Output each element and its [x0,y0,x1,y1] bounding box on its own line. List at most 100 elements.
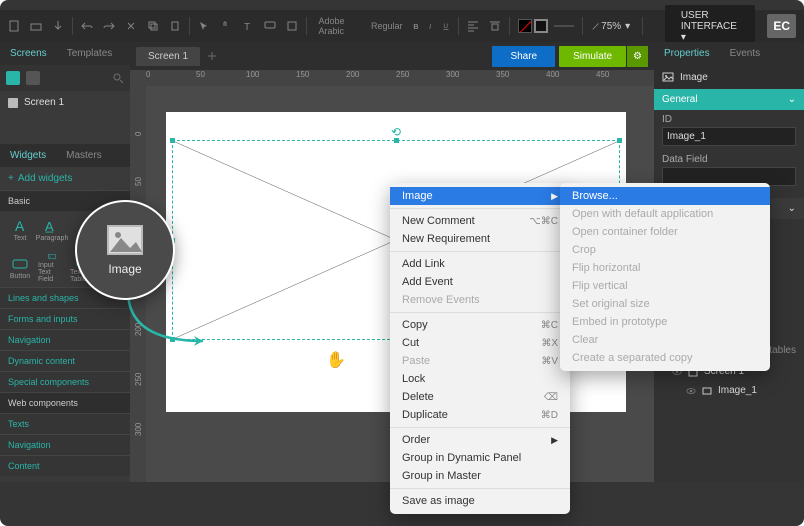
menu-add-event[interactable]: Add Event [390,273,570,291]
menu-lock[interactable]: Lock [390,370,570,388]
menu-copy[interactable]: Copy⌘C [390,316,570,334]
pointer-icon[interactable] [198,20,210,32]
category-web-nav[interactable]: Navigation [0,434,130,455]
add-widgets-button[interactable]: + Add widgets [0,167,130,190]
submenu-clear: Clear [560,331,770,349]
search-icon[interactable] [112,72,124,84]
tab-events[interactable]: Events [720,42,771,65]
eyedropper-icon[interactable] [591,20,601,32]
submenu-flip-h: Flip horizontal [560,259,770,277]
copy-icon[interactable] [147,20,159,32]
context-menu: Image▶ New Comment⌥⌘C New Requirement Ad… [390,183,570,514]
menu-image[interactable]: Image▶ [390,187,570,205]
new-file-icon[interactable] [8,20,20,32]
tab-properties[interactable]: Properties [654,42,720,65]
menu-cut[interactable]: Cut⌘X [390,334,570,352]
redo-icon[interactable] [103,20,115,32]
screens-toolbar [0,65,130,91]
resize-handle[interactable] [394,138,399,143]
simulate-settings-icon[interactable]: ⚙ [627,46,648,67]
submenu-browse[interactable]: Browse... [560,187,770,205]
menu-save-image[interactable]: Save as image [390,492,570,510]
menu-duplicate[interactable]: Duplicate⌘D [390,406,570,424]
submenu-separated-copy: Create a separated copy [560,349,770,367]
bold-icon[interactable]: B [412,20,421,32]
simulate-button[interactable]: Simulate [559,46,626,67]
cut-icon[interactable] [125,20,137,32]
visibility-icon[interactable] [686,386,696,396]
tab-templates[interactable]: Templates [57,42,123,65]
widget-text[interactable]: AText [6,215,34,245]
widget-input-text[interactable]: Input Text Field [38,253,66,283]
menu-paste: Paste⌘V [390,352,570,370]
resize-handle[interactable] [170,138,175,143]
submenu-crop: Crop [560,241,770,259]
shape-icon[interactable] [286,20,298,32]
outline-image[interactable]: Image_1 [654,381,804,400]
category-web-head[interactable]: Web components [0,392,130,413]
resize-handle[interactable] [617,138,622,143]
category-web-texts[interactable]: Texts [0,413,130,434]
font-weight-select[interactable]: Regular [367,19,407,33]
opacity-chevron-icon[interactable]: ▾ [625,21,630,32]
menu-new-comment[interactable]: New Comment⌥⌘C [390,212,570,230]
screen-item[interactable]: Screen 1 [0,91,130,114]
canvas-toolbar: Screen 1 Share Simulate ⚙ [130,42,654,70]
opacity-value[interactable]: 75% [601,21,621,32]
rotate-handle-icon[interactable]: ⟲ [391,125,401,139]
share-button[interactable]: Share [492,46,555,67]
tab-screens[interactable]: Screens [0,42,57,65]
section-general[interactable]: General⌄ [654,89,804,110]
menu-group-master[interactable]: Group in Master [390,467,570,485]
id-input[interactable] [662,127,796,146]
svg-text:A: A [15,219,25,233]
cursor-icon: ✋ [326,350,346,370]
text-icon[interactable]: T [242,20,254,32]
menu-add-link[interactable]: Add Link [390,255,570,273]
paste-icon[interactable] [169,20,181,32]
screen-thumb-icon [8,98,18,108]
comment-icon[interactable] [264,20,276,32]
hand-icon[interactable] [220,20,232,32]
tab-masters[interactable]: Masters [56,144,112,167]
font-select[interactable]: Adobe Arabic [315,14,361,38]
edit-icon-group [81,20,181,32]
add-tab-icon[interactable] [206,50,218,62]
add-screen-icon[interactable] [6,71,20,85]
undo-icon[interactable] [81,20,93,32]
app-window: T Adobe Arabic Regular B I U 75% ▾ [0,0,804,526]
underline-icon[interactable]: U [442,20,451,32]
svg-text:T: T [244,22,250,32]
align-top-icon[interactable] [489,20,501,32]
save-icon[interactable] [52,20,64,32]
canvas-tab[interactable]: Screen 1 [136,47,200,66]
tab-widgets[interactable]: Widgets [0,144,56,167]
align-left-icon[interactable] [467,20,479,32]
submenu-arrow-icon: ▶ [551,435,558,446]
category-forms[interactable]: Forms and inputs [0,308,130,329]
category-special[interactable]: Special components [0,371,130,392]
fill-swatch[interactable] [518,19,532,33]
widget-button[interactable]: Button [6,253,34,283]
menu-new-requirement[interactable]: New Requirement [390,230,570,248]
image-icon [702,386,712,396]
category-nav[interactable]: Navigation [0,329,130,350]
open-icon[interactable] [30,20,42,32]
category-web-content[interactable]: Content [0,455,130,476]
menu-order[interactable]: Order▶ [390,431,570,449]
menu-delete[interactable]: Delete⌫ [390,388,570,406]
user-badge[interactable]: EC [767,14,796,38]
ruler-horizontal: 050100150200250300350400450 [130,70,654,86]
menu-remove-events: Remove Events [390,291,570,309]
menu-group-dynamic[interactable]: Group in Dynamic Panel [390,449,570,467]
stroke-swatch[interactable] [534,19,548,33]
submenu-flip-v: Flip vertical [560,277,770,295]
plus-icon: + [8,173,14,184]
italic-icon[interactable]: I [427,20,436,32]
category-dynamic[interactable]: Dynamic content [0,350,130,371]
widget-paragraph[interactable]: A̲Paragraph [38,215,66,245]
selected-element-row: Image [654,65,804,89]
stroke-style-icon[interactable] [554,20,574,32]
image-submenu: Browse... Open with default application … [560,183,770,371]
paste-screen-icon[interactable] [26,71,40,85]
